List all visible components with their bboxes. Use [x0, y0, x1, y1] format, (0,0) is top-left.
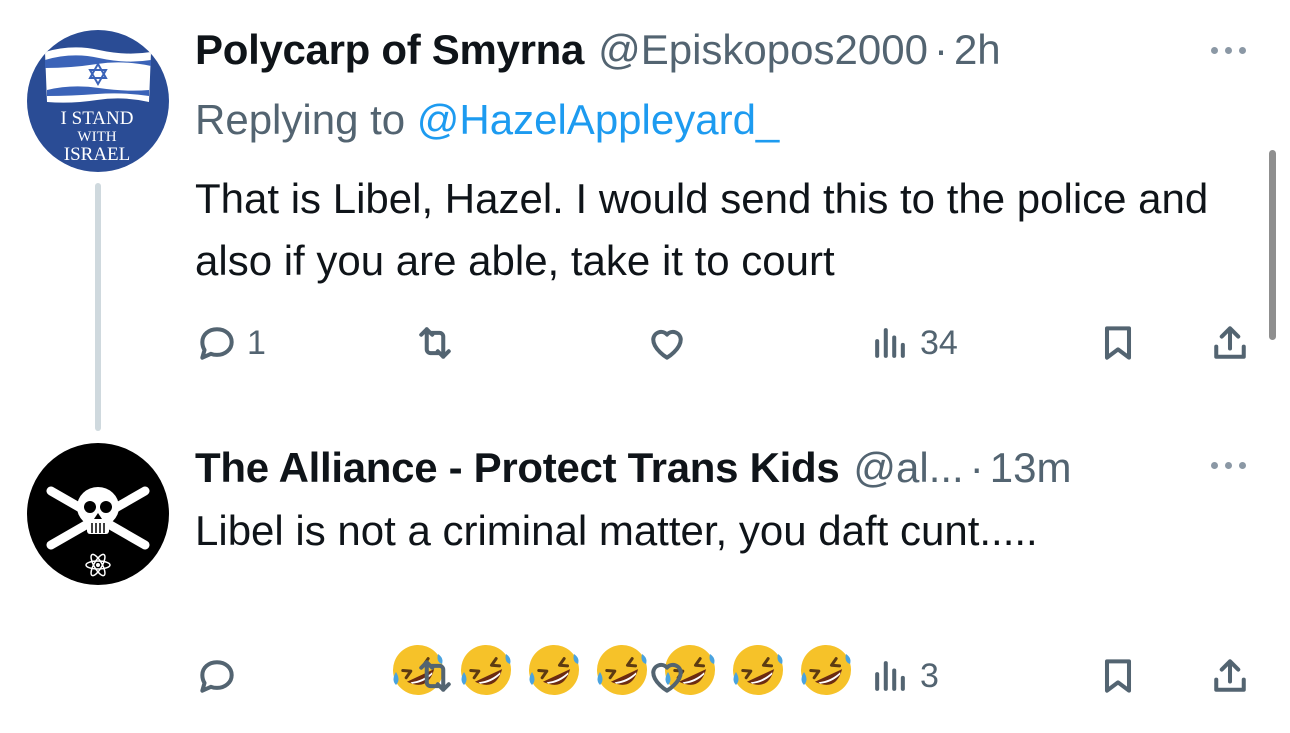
tweet-alliance[interactable]: The Alliance - Protect Trans Kids @al...… [0, 420, 1290, 733]
share-icon [1214, 659, 1246, 692]
tweet-header: The Alliance - Protect Trans Kids @al...… [195, 444, 1071, 492]
reply-button[interactable] [195, 646, 247, 706]
handle[interactable]: @al... [853, 444, 963, 492]
tweet-text-line: Libel is not a criminal matter, you daft… [195, 507, 1038, 554]
replying-to: Replying to @HazelAppleyard_ [195, 96, 779, 144]
views-button[interactable]: 34 [868, 313, 958, 373]
bookmark-button[interactable] [1096, 646, 1140, 706]
reply-icon [200, 327, 234, 360]
retweet-icon [419, 327, 451, 359]
views-icon [875, 661, 905, 691]
avatar-alliance[interactable] [27, 443, 169, 585]
action-bar: 1 34 [0, 313, 1290, 373]
scrollbar[interactable] [1269, 150, 1276, 340]
tweet-text: That is Libel, Hazel. I would send this … [195, 175, 1209, 284]
handle[interactable]: @Episkopos2000 [598, 26, 928, 74]
tweet-text: Libel is not a criminal matter, you daft… [195, 500, 1235, 695]
replying-prefix: Replying to [195, 96, 406, 143]
like-button[interactable] [645, 646, 697, 706]
share-icon [1214, 326, 1246, 359]
bookmark-button[interactable] [1096, 313, 1140, 373]
bookmark-icon [1104, 326, 1132, 360]
tweet-header: Polycarp of Smyrna @Episkopos2000 · 2h [195, 26, 1001, 74]
share-button[interactable] [1208, 313, 1252, 373]
display-name[interactable]: Polycarp of Smyrna [195, 26, 584, 74]
like-icon [651, 329, 683, 360]
action-bar: 3 [0, 646, 1290, 706]
separator-dot: · [969, 444, 984, 491]
reply-button[interactable]: 1 [195, 313, 266, 373]
bookmark-icon [1104, 659, 1132, 693]
views-icon [875, 328, 905, 358]
thread-line [95, 183, 101, 431]
avatar-text-line2: WITH [77, 129, 116, 145]
like-button[interactable] [645, 313, 697, 373]
tweet-polycarp[interactable]: I STAND WITH ISRAEL Polycarp of Smyrna @… [0, 0, 1290, 431]
timestamp[interactable]: 2h [954, 26, 1001, 74]
avatar-text-line1: I STAND [61, 108, 134, 129]
mention-link[interactable]: @HazelAppleyard_ [417, 96, 780, 143]
reply-icon [200, 660, 234, 693]
more-icon[interactable] [1211, 462, 1246, 469]
retweet-button[interactable] [413, 646, 465, 706]
reply-count: 1 [247, 323, 266, 362]
avatar-polycarp[interactable]: I STAND WITH ISRAEL [27, 30, 169, 172]
separator-dot: · [933, 26, 948, 73]
share-button[interactable] [1208, 646, 1252, 706]
timestamp[interactable]: 13m [990, 444, 1072, 492]
retweet-button[interactable] [413, 313, 465, 373]
views-count: 34 [920, 323, 958, 362]
more-icon[interactable] [1211, 47, 1246, 54]
views-button[interactable]: 3 [868, 646, 939, 706]
display-name[interactable]: The Alliance - Protect Trans Kids [195, 444, 840, 492]
views-count: 3 [920, 656, 939, 695]
avatar-text-line3: ISRAEL [64, 144, 131, 165]
like-icon [651, 662, 683, 693]
retweet-icon [419, 660, 451, 692]
